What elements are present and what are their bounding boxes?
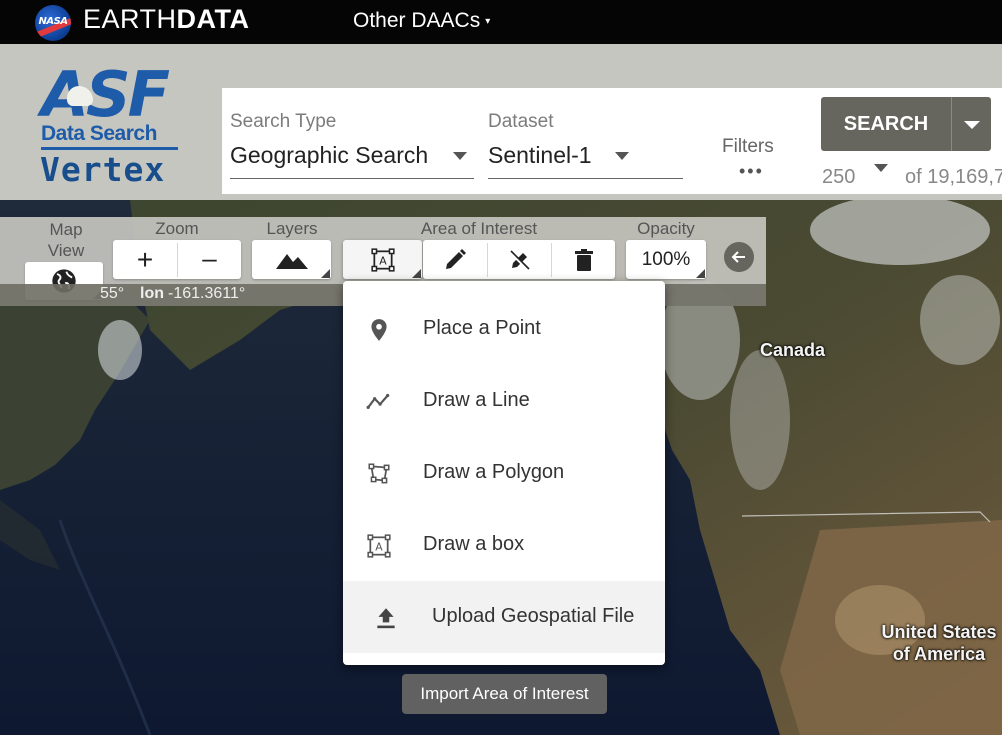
opacity-label: Opacity xyxy=(637,219,695,238)
max-results-select[interactable]: 250 xyxy=(822,166,855,189)
box-icon: A xyxy=(367,534,391,558)
chevron-down-icon[interactable] xyxy=(453,152,467,160)
opacity-value: 100% xyxy=(641,248,691,270)
collapse-toolbar-button[interactable] xyxy=(724,242,754,272)
chevron-down-icon[interactable] xyxy=(615,152,629,160)
logo-vertex-text: Vertex xyxy=(40,150,166,189)
place-pin-icon xyxy=(371,319,387,341)
logo-data-search-text: Data Search xyxy=(41,122,157,145)
pencil-off-icon xyxy=(508,249,530,271)
app-header: ASF Data Search Vertex Search Type Geogr… xyxy=(0,44,1002,200)
layers-label: Layers xyxy=(266,219,318,238)
zoom-label: Zoom xyxy=(155,219,199,238)
zoom-control: + – xyxy=(113,240,241,279)
aoi-edit-group xyxy=(423,240,615,279)
earthdata-topbar: NASA EARTHDATA Other DAACs ▾ xyxy=(0,0,1002,44)
latitude-value: 55° xyxy=(100,285,125,302)
upload-icon xyxy=(377,608,395,629)
search-type-label: Search Type xyxy=(230,111,337,132)
menu-item-label: Draw a Polygon xyxy=(423,461,565,483)
zoom-out-button[interactable]: – xyxy=(178,240,241,279)
map-view-label: Map View xyxy=(47,220,85,260)
trash-icon xyxy=(574,248,593,271)
filters-button-label[interactable]: Filters xyxy=(722,136,774,158)
longitude-value: -161.3611° xyxy=(168,285,246,302)
menu-item-upload-file[interactable]: Upload Geospatial File xyxy=(343,581,665,653)
aoi-menu-corner xyxy=(412,269,421,278)
menu-item-draw-polygon[interactable]: Draw a Polygon xyxy=(343,437,665,509)
polygon-icon xyxy=(368,463,390,484)
search-type-underline xyxy=(230,178,474,179)
layers-button[interactable] xyxy=(252,240,331,279)
dataset-select[interactable]: Sentinel-1 xyxy=(488,142,592,169)
zoom-in-button[interactable]: + xyxy=(113,240,177,279)
arrow-left-icon xyxy=(731,251,745,263)
asf-logo-letters: ASF xyxy=(41,58,170,131)
chevron-down-icon: ▾ xyxy=(485,15,491,27)
total-results-count: of 19,169,7 xyxy=(905,166,1002,188)
menu-item-label: Upload Geospatial File xyxy=(432,605,635,627)
clear-aoi-button[interactable] xyxy=(552,240,615,279)
menu-item-draw-line[interactable]: Draw a Line xyxy=(343,365,665,437)
edit-aoi-button[interactable] xyxy=(423,240,487,279)
dataset-label: Dataset xyxy=(488,111,554,132)
draw-box-button[interactable]: A xyxy=(343,240,422,279)
more-dots-icon[interactable]: ••• xyxy=(739,161,764,182)
earthdata-brand-light: EARTH xyxy=(83,4,177,34)
dataset-underline xyxy=(488,178,683,179)
svg-text:A: A xyxy=(379,254,387,267)
nasa-logo[interactable]: NASA xyxy=(35,5,71,41)
search-panel: Search Type Geographic Search Dataset Se… xyxy=(222,88,1002,194)
chevron-down-icon xyxy=(964,121,980,129)
nasa-logo-text: NASA xyxy=(38,16,68,27)
opacity-button[interactable]: 100% xyxy=(626,240,706,279)
search-button[interactable]: SEARCH xyxy=(821,97,951,151)
mountains-icon xyxy=(275,253,308,269)
menu-item-label: Place a Point xyxy=(423,317,541,339)
layers-menu-corner xyxy=(321,269,330,278)
chevron-down-icon[interactable] xyxy=(874,164,888,172)
menu-item-label: Draw a Line xyxy=(423,389,530,411)
search-options-button[interactable] xyxy=(951,97,991,151)
menu-item-place-point[interactable]: Place a Point xyxy=(343,293,665,365)
tooltip: Import Area of Interest xyxy=(402,674,607,714)
other-daacs-menu[interactable]: Other DAACs ▾ xyxy=(353,9,490,33)
map-label-usa: United States of America xyxy=(881,622,997,664)
pencil-icon xyxy=(446,248,466,269)
svg-text:A: A xyxy=(375,540,383,553)
aoi-draw-menu: Place a Point Draw a Line Draw a Polygon… xyxy=(343,281,665,665)
other-daacs-label: Other DAACs xyxy=(353,9,481,32)
edit-aoi-vertices-button[interactable] xyxy=(488,240,551,279)
search-type-select[interactable]: Geographic Search xyxy=(230,142,428,169)
earthdata-brand-bold: DATA xyxy=(176,4,250,34)
opacity-menu-corner xyxy=(696,269,705,278)
map-label-canada: Canada xyxy=(760,340,826,360)
box-icon: A xyxy=(370,247,395,272)
menu-item-draw-box[interactable]: A Draw a box xyxy=(343,509,665,581)
menu-item-label: Draw a box xyxy=(423,533,525,555)
longitude-label: lon xyxy=(140,285,164,302)
area-of-interest-label: Area of Interest xyxy=(420,219,538,238)
line-icon xyxy=(366,393,390,410)
earthdata-brand[interactable]: EARTHDATA xyxy=(83,4,250,35)
